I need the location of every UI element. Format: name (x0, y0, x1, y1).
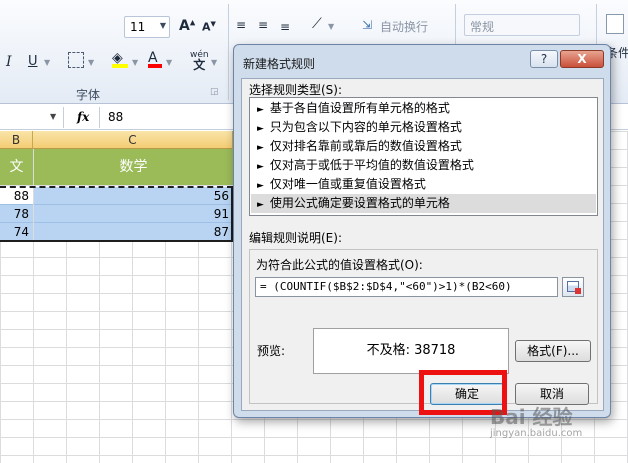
watermark: Bai 经验 jingyan.baidu.com (490, 406, 622, 446)
shrink-font-icon[interactable]: A▼ (202, 20, 216, 34)
underline-icon[interactable]: U (28, 54, 38, 69)
border-icon[interactable] (68, 52, 84, 68)
rule-type-item[interactable]: ► 仅对唯一值或重复值设置格式 (251, 175, 596, 194)
rule-type-item[interactable]: ► 基于各自值设置所有单元格的格式 (251, 99, 596, 118)
phonetic-icon[interactable]: wén 文 (190, 50, 209, 72)
cancel-button[interactable]: 取消 (515, 383, 589, 405)
rule-type-item-selected[interactable]: ► 使用公式确定要设置格式的单元格 (251, 194, 596, 213)
column-header-c[interactable]: C (33, 131, 233, 149)
watermark-text: Bai 经验 (490, 405, 573, 429)
wrap-text-label[interactable]: 自动换行 (380, 18, 428, 35)
triangle-right-icon: ► (257, 105, 264, 115)
group-font-label: 字体 (76, 88, 101, 102)
column-header-b-label: B (11, 133, 21, 147)
rule-type-label: 仅对高于或低于平均值的数值设置格式 (269, 158, 474, 172)
wrap-text-icon[interactable]: ⇲ (362, 18, 372, 32)
triangle-right-icon: ► (257, 124, 264, 134)
triangle-right-icon: ► (257, 162, 264, 172)
chevron-down-icon: ▼ (159, 21, 166, 30)
chevron-down-icon: ▼ (50, 112, 57, 121)
orientation-icon[interactable]: ⟋ (312, 16, 322, 32)
selection-border (0, 186, 233, 242)
formula-bar-value: 88 (108, 110, 124, 124)
chevron-down-icon[interactable]: ▼ (328, 22, 334, 31)
font-color-icon[interactable]: A (148, 50, 162, 68)
number-format-value: 常规 (470, 20, 495, 34)
italic-icon[interactable]: I (6, 54, 12, 70)
font-size-box[interactable]: 11 ▼ (124, 16, 170, 38)
number-format-select[interactable]: 常规 (464, 14, 580, 36)
column-header-c-label: C (128, 133, 137, 147)
rule-type-item[interactable]: ► 仅对排名靠前或靠后的数值设置格式 (251, 137, 596, 156)
align-middle-icon[interactable]: ≡ (258, 18, 268, 32)
formula-label: 为符合此公式的值设置格式(O): (256, 258, 423, 272)
chevron-down-icon[interactable]: ▼ (211, 58, 217, 67)
rule-type-list[interactable]: ► 基于各自值设置所有单元格的格式 ► 只为包含以下内容的单元格设置格式 ► 仅对排名… (249, 97, 598, 216)
range-picker-button[interactable] (562, 277, 584, 297)
chevron-down-icon[interactable]: ▼ (166, 58, 172, 67)
edit-rule-description-label: 编辑规则说明(E): (249, 231, 342, 245)
grow-font-icon[interactable]: A▲ (179, 18, 195, 34)
column-header-b[interactable]: B (0, 131, 33, 149)
chevron-down-icon[interactable]: ▼ (132, 58, 138, 67)
new-format-rule-dialog: 新建格式规则 ? X 选择规则类型(S): ► 基于各自值设置所有单元格的格式 ►… (233, 44, 611, 418)
header-cell-partial[interactable]: 文 (0, 149, 33, 185)
format-button[interactable]: 格式(F)... (515, 340, 591, 362)
rule-type-label: 仅对排名靠前或靠后的数值设置格式 (269, 139, 462, 153)
rule-type-label: 使用公式确定要设置格式的单元格 (269, 196, 450, 210)
conditional-format-icon[interactable] (606, 14, 624, 34)
rule-type-label: 仅对唯一值或重复值设置格式 (269, 177, 426, 191)
triangle-right-icon: ► (257, 143, 264, 153)
align-top-icon[interactable]: ≡ (236, 18, 246, 32)
fill-color-icon[interactable]: ◈ (112, 50, 128, 68)
preview-box: 不及格: 38718 (313, 328, 509, 374)
select-rule-type-label: 选择规则类型(S): (249, 83, 343, 97)
rule-type-label: 只为包含以下内容的单元格设置格式 (269, 120, 462, 134)
chevron-down-icon[interactable]: ▼ (44, 58, 50, 67)
header-math-label: 数学 (119, 159, 148, 175)
range-picker-icon (567, 281, 581, 294)
triangle-right-icon: ► (257, 181, 264, 191)
dialog-title: 新建格式规则 (243, 57, 316, 71)
dialog-body: 选择规则类型(S): ► 基于各自值设置所有单元格的格式 ► 只为包含以下内容的单元… (241, 78, 604, 411)
header-partial-label: 文 (9, 159, 24, 175)
rule-type-label: 基于各自值设置所有单元格的格式 (269, 101, 450, 115)
help-button[interactable]: ? (530, 50, 558, 68)
rule-type-item[interactable]: ► 只为包含以下内容的单元格设置格式 (251, 118, 596, 137)
preview-label: 预览: (257, 344, 286, 358)
name-box[interactable]: ▼ (0, 107, 64, 128)
dialog-launcher-icon[interactable]: ◲ (210, 87, 219, 97)
chevron-down-icon[interactable]: ▼ (88, 58, 94, 67)
header-cell-math[interactable]: 数学 (34, 149, 233, 185)
watermark-url: jingyan.baidu.com (490, 428, 583, 439)
font-size-value: 11 (130, 20, 146, 34)
align-bottom-icon[interactable]: ≡ (280, 20, 290, 34)
rule-type-item[interactable]: ► 仅对高于或低于平均值的数值设置格式 (251, 156, 596, 175)
fx-icon[interactable]: fx (77, 110, 89, 124)
close-button[interactable]: X (560, 50, 604, 68)
formula-input[interactable]: = (COUNTIF($B$2:$D$4,"<60")>1)*(B2<60) (255, 277, 558, 297)
triangle-right-icon: ► (257, 200, 264, 210)
